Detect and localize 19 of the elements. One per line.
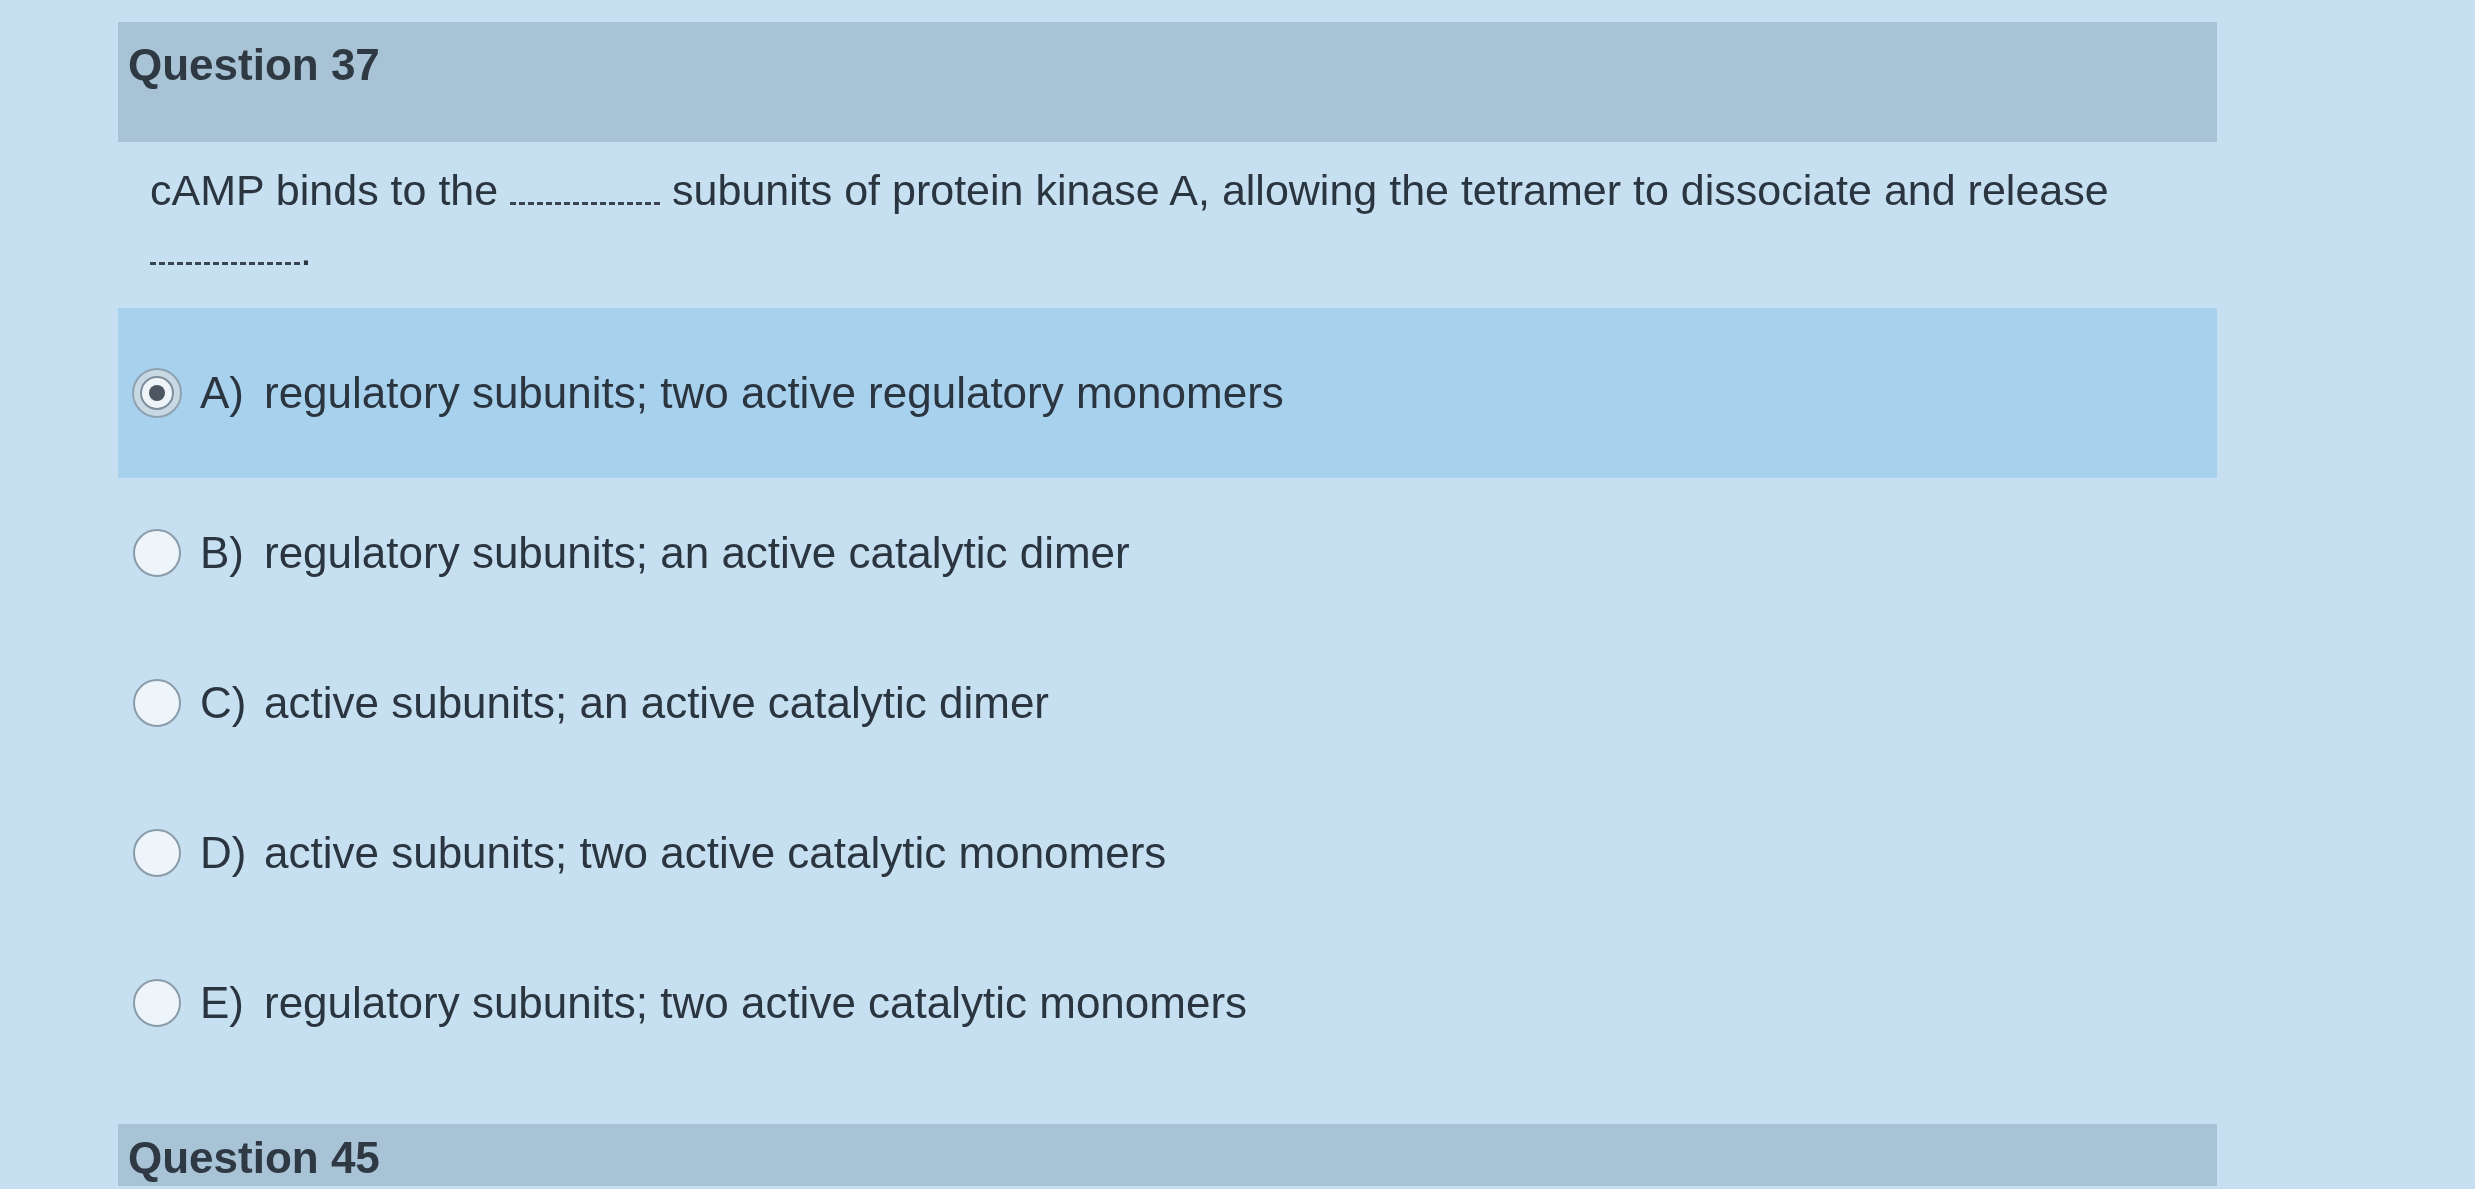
radio-button[interactable] bbox=[132, 978, 182, 1028]
question-title: Question 45 bbox=[128, 1133, 380, 1182]
option-text: regulatory subunits; two active regulatory monomers bbox=[264, 367, 1284, 419]
option-letter: A) bbox=[200, 367, 245, 419]
option-letter: E) bbox=[200, 977, 245, 1029]
radio-button[interactable] bbox=[132, 678, 182, 728]
option-text: regulatory subunits; two active catalytic monomers bbox=[264, 977, 1248, 1029]
radio-button[interactable] bbox=[132, 368, 182, 418]
option-letter: C) bbox=[200, 677, 248, 729]
radio-button[interactable] bbox=[132, 828, 182, 878]
option-letter: B) bbox=[200, 527, 245, 579]
question-title: Question 37 bbox=[128, 40, 380, 89]
option-letter: D) bbox=[200, 827, 248, 879]
option-text: regulatory subunits; an active catalytic dimer bbox=[264, 527, 1130, 579]
option-text: active subunits; an active catalytic dimer bbox=[264, 677, 1050, 729]
radio-button[interactable] bbox=[132, 528, 182, 578]
option-text: active subunits; two active catalytic monomers bbox=[264, 827, 1167, 879]
selected-answer-highlight[interactable]: A) regulatory subunits; two active regulatory monomers bbox=[118, 308, 2217, 478]
question-text: cAMP binds to the subunits of protein kinase A, allowing the tetramer to dissociate and release . bbox=[149, 165, 2110, 276]
